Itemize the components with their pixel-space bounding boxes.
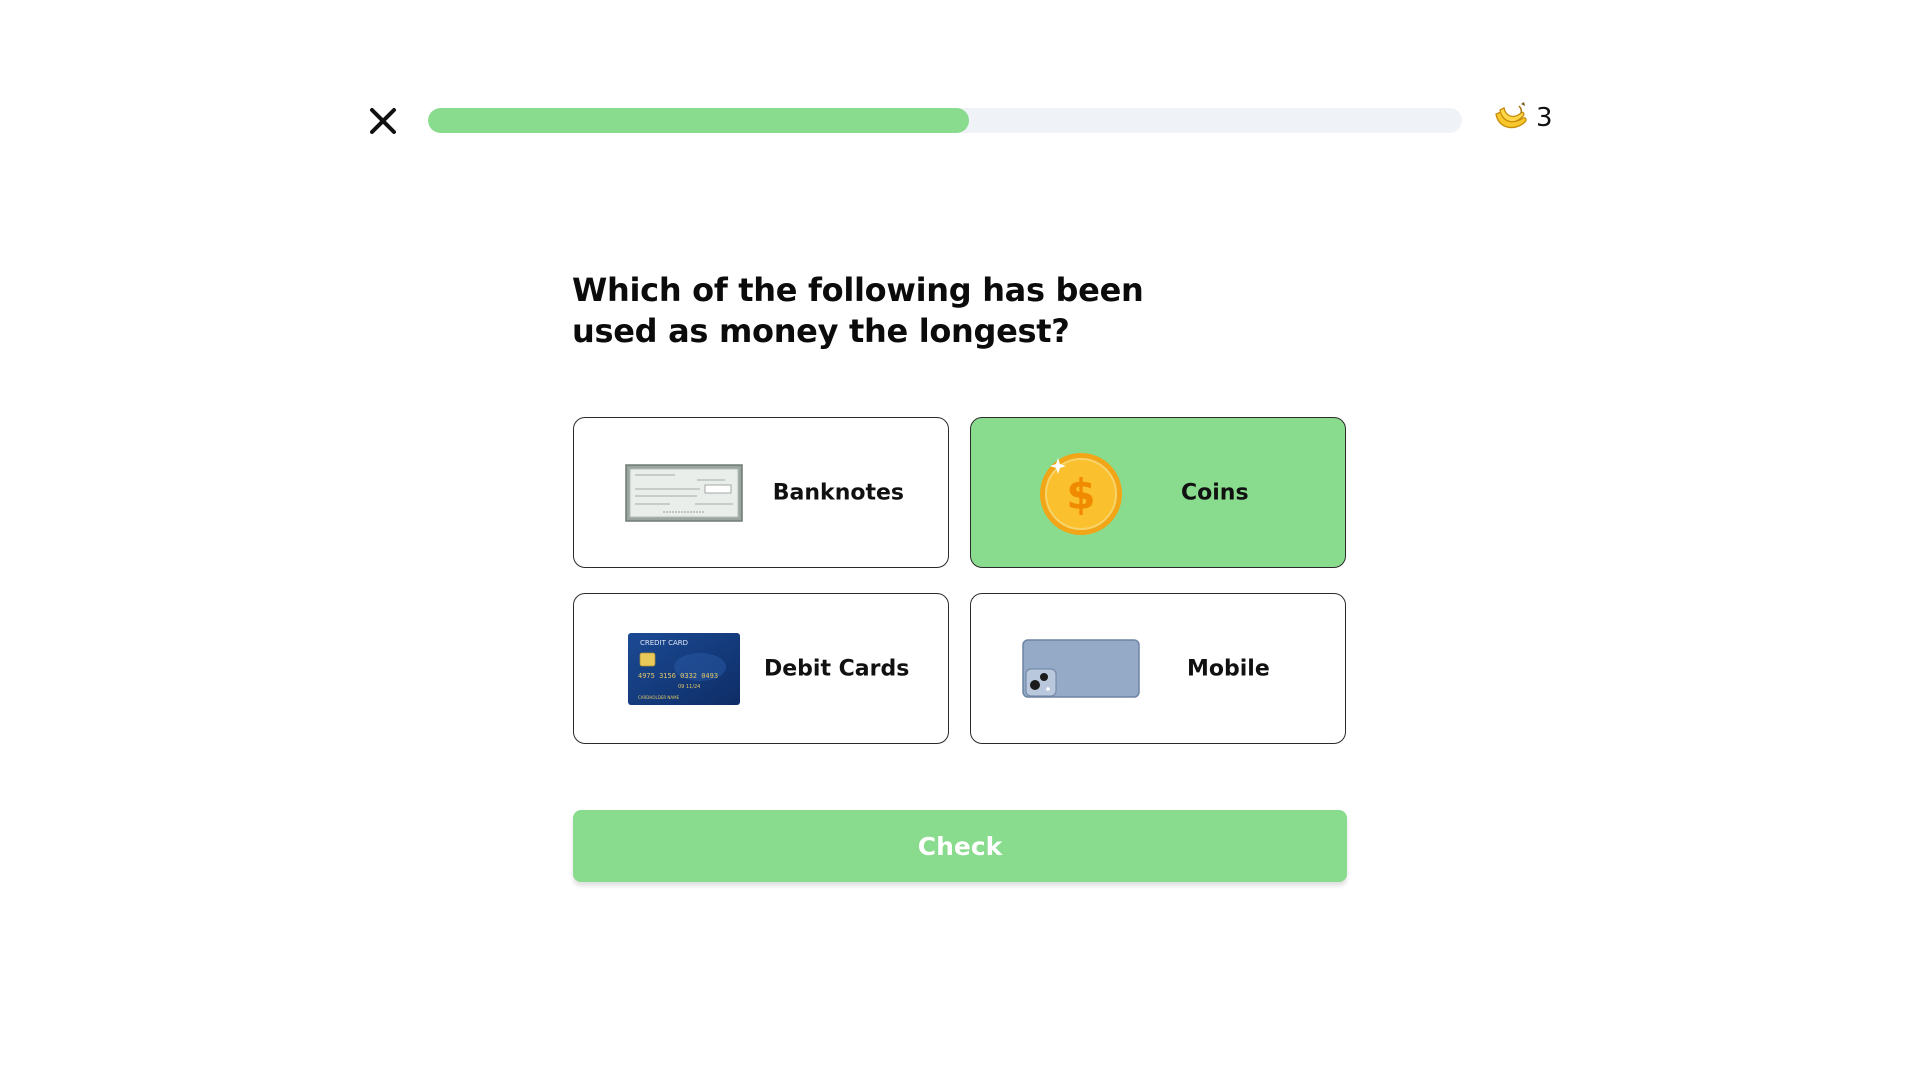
svg-text:CREDIT CARD: CREDIT CARD [640,639,688,647]
credit-card-image: CREDIT CARD 4975 3156 0332 0493 09 11/24… [624,629,744,709]
quiz-screen: 3 Which of the following has been used a… [0,0,1920,1080]
svg-text:09 11/24: 09 11/24 [678,684,700,690]
svg-text:4975 3156 0332 0493: 4975 3156 0332 0493 [638,672,718,680]
check-button[interactable]: Check [573,810,1347,882]
option-label: Mobile [1187,656,1270,681]
dollar-coin-image: $ [1021,452,1141,535]
progress-fill [428,108,969,133]
banana-icon [1492,100,1530,136]
option-banknotes[interactable]: Banknotes [573,417,949,568]
option-label: Coins [1181,480,1249,505]
option-label: Banknotes [772,480,904,505]
option-mobile[interactable]: Mobile [970,593,1346,744]
question-text: Which of the following has been used as … [572,271,1144,350]
mobile-phone-image [1021,629,1141,709]
option-coins[interactable]: $ Coins [970,417,1346,568]
close-icon [370,108,396,134]
close-button[interactable] [368,106,398,136]
banana-count: 3 [1536,103,1553,133]
svg-text:$: $ [1066,470,1095,519]
progress-bar [428,108,1462,133]
check-button-label: Check [917,831,1003,861]
option-debit-cards[interactable]: CREDIT CARD 4975 3156 0332 0493 09 11/24… [573,593,949,744]
svg-text:CARDHOLDER NAME: CARDHOLDER NAME [638,695,680,700]
option-label: Debit Cards [764,656,910,681]
banana-counter: 3 [1492,98,1553,138]
cheque-image [624,453,744,533]
